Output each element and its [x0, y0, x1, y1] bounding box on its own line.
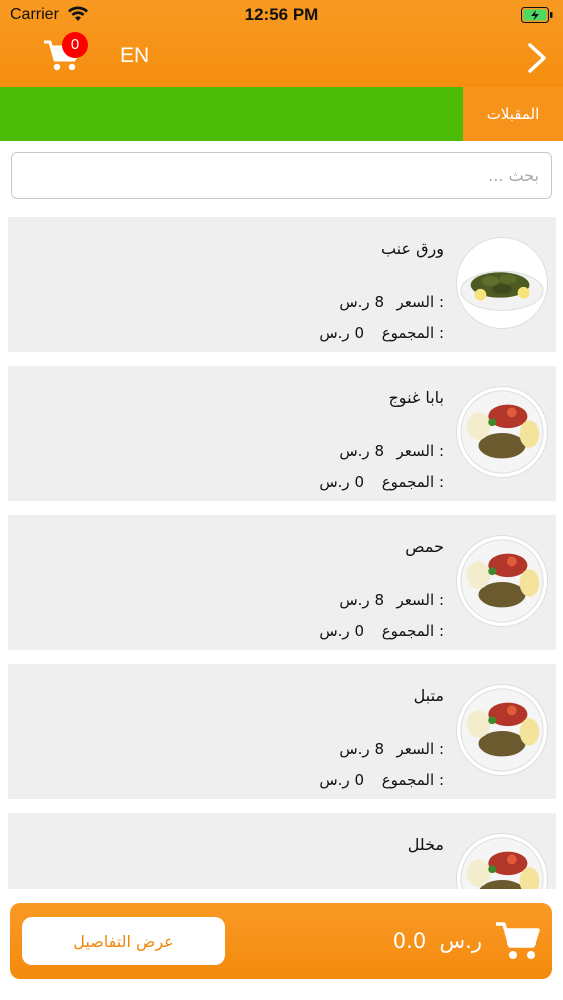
- item-name: حمص: [405, 537, 444, 556]
- item-name: متبل: [413, 686, 444, 705]
- price-label: السعر :: [396, 591, 444, 609]
- cart-icon[interactable]: [494, 919, 542, 963]
- category-tabs: المقبلات: [0, 87, 563, 141]
- language-toggle-button[interactable]: EN: [120, 44, 149, 68]
- cart-count-badge[interactable]: 0: [62, 32, 88, 58]
- list-item[interactable]: مخلل: [8, 813, 556, 889]
- list-item[interactable]: بابا غنوج السعر : 8 ر.س المجموع : 0 ر.س: [8, 366, 556, 501]
- status-time: 12:56 PM: [244, 5, 319, 24]
- tab-appetizers[interactable]: المقبلات: [463, 87, 563, 141]
- item-image: [456, 684, 548, 776]
- item-name: مخلل: [407, 835, 444, 854]
- item-price: 8 ر.س: [339, 591, 384, 609]
- list-item[interactable]: حمص السعر : 8 ر.س المجموع : 0 ر.س: [8, 515, 556, 650]
- total-label: المجموع :: [381, 473, 444, 491]
- item-price: 8 ر.س: [339, 740, 384, 758]
- chevron-right-icon[interactable]: [527, 42, 547, 74]
- item-name: ورق عنب: [380, 239, 444, 258]
- cart-total: ر.س 0.0: [392, 929, 482, 953]
- app-screen: Carrier 12:56 PM 0 EN المقبلات بحث ... و…: [0, 0, 563, 1000]
- price-label: السعر :: [396, 442, 444, 460]
- item-total: 0 ر.س: [319, 473, 364, 491]
- item-name: بابا غنوج: [388, 388, 444, 407]
- price-label: السعر :: [396, 293, 444, 311]
- cart-summary-bar: عرض التفاصيل ر.س 0.0: [10, 903, 552, 979]
- item-image: [456, 237, 548, 329]
- item-price: 8 ر.س: [339, 293, 384, 311]
- nav-bar: Carrier 12:56 PM 0 EN: [0, 0, 563, 87]
- item-total: 0 ر.س: [319, 324, 364, 342]
- item-image: [456, 386, 548, 478]
- total-label: المجموع :: [381, 622, 444, 640]
- item-list[interactable]: ورق عنب السعر : 8 ر.س المجموع : 0 ر.س با…: [8, 217, 556, 889]
- price-label: السعر :: [396, 740, 444, 758]
- item-total: 0 ر.س: [319, 771, 364, 789]
- item-image: [456, 833, 548, 889]
- search-box: [11, 152, 552, 199]
- item-total: 0 ر.س: [319, 622, 364, 640]
- total-label: المجموع :: [381, 324, 444, 342]
- battery-icon: [521, 7, 553, 23]
- item-image: [456, 535, 548, 627]
- list-item[interactable]: متبل السعر : 8 ر.س المجموع : 0 ر.س: [8, 664, 556, 799]
- search-input[interactable]: [12, 153, 551, 198]
- list-item[interactable]: ورق عنب السعر : 8 ر.س المجموع : 0 ر.س: [8, 217, 556, 352]
- status-bar: Carrier 12:56 PM: [0, 0, 563, 30]
- total-label: المجموع :: [381, 771, 444, 789]
- item-price: 8 ر.س: [339, 442, 384, 460]
- view-details-button[interactable]: عرض التفاصيل: [22, 917, 225, 965]
